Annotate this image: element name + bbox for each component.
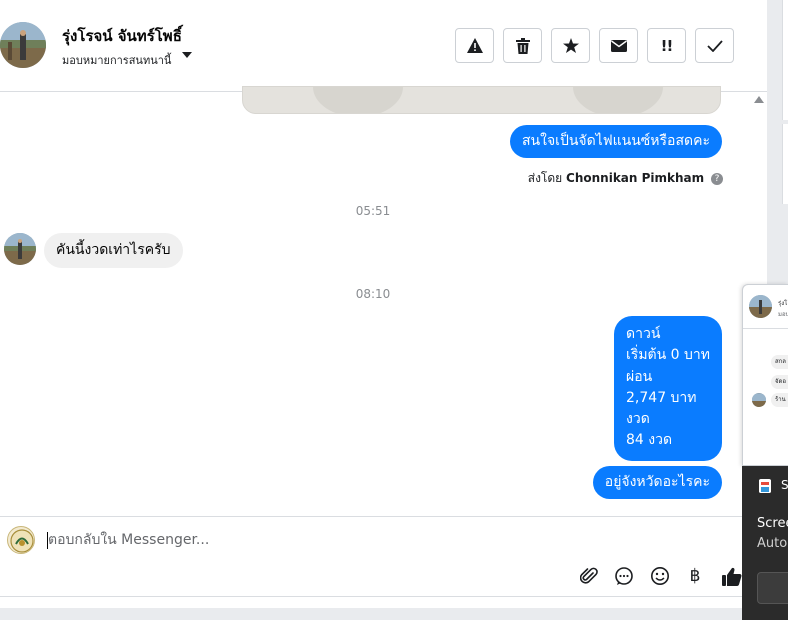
mini-chat-header[interactable]: รุ่งโ มอบ xyxy=(743,285,788,329)
envelope-icon xyxy=(610,39,627,52)
mini-chat-name: รุ่งโ xyxy=(778,300,788,307)
mini-chat-message: จัดอ xyxy=(771,375,788,389)
delete-button[interactable] xyxy=(503,28,542,63)
side-panel xyxy=(782,0,788,120)
checkmark-icon xyxy=(706,39,723,52)
assign-conversation-label[interactable]: มอบหมายการสนทนานี้ xyxy=(62,51,171,69)
mark-done-button[interactable] xyxy=(695,28,734,63)
follow-up-button[interactable]: !! xyxy=(647,28,686,63)
follow-up-icon: !! xyxy=(660,36,674,55)
like-icon[interactable] xyxy=(720,564,744,588)
chevron-down-icon[interactable] xyxy=(182,52,192,58)
saved-replies-icon[interactable] xyxy=(612,564,636,588)
mini-chat-subtitle: มอบ xyxy=(778,311,788,318)
contact-name[interactable]: รุ่งโรจน์ จันทร์โพธิ์ xyxy=(62,24,182,48)
trash-icon xyxy=(515,37,530,54)
notification-action-button[interactable] xyxy=(757,572,788,604)
attached-photo[interactable] xyxy=(242,86,721,114)
conversation-header: รุ่งโรจน์ จันทร์โพธิ์ มอบหมายการสนทนานี้… xyxy=(0,0,767,92)
screenshot-notification[interactable]: S Scree Auto xyxy=(742,466,788,620)
baht-payment-icon[interactable]: ฿ xyxy=(683,564,707,588)
message-timestamp: 08:10 xyxy=(355,287,391,301)
side-panel xyxy=(782,124,788,204)
outgoing-message[interactable]: สนใจเป็นจัดไฟแนนซ์หรือสดคะ xyxy=(510,125,722,158)
sent-by-prefix: ส่งโดย xyxy=(527,171,563,185)
page-footer xyxy=(0,608,767,620)
reply-input[interactable] xyxy=(48,527,548,553)
outgoing-message[interactable]: อยู่จังหวัดอะไรคะ xyxy=(592,466,722,499)
star-icon xyxy=(562,38,579,53)
message-line: 2,747 บาท xyxy=(626,389,697,406)
page-avatar xyxy=(7,526,35,554)
mini-chat-window[interactable]: รุ่งโ มอบ สกล จัดอ ร้าน xyxy=(742,284,788,466)
notification-text: Scree xyxy=(757,516,788,531)
contact-avatar[interactable] xyxy=(0,22,46,68)
message-line: เริ่มต้น 0 บาท xyxy=(626,347,710,364)
sent-by-label: ส่งโดย Chonnikan Pimkham ? xyxy=(528,169,723,188)
star-button[interactable] xyxy=(551,28,590,63)
notification-subtext: Auto xyxy=(757,536,788,551)
scroll-up-arrow-icon[interactable] xyxy=(754,96,764,103)
mini-chat-message: ร้าน xyxy=(771,393,788,407)
message-line: ดาวน์ xyxy=(626,326,661,342)
warning-icon xyxy=(466,38,483,53)
message-line: งวด xyxy=(626,411,650,428)
mini-chat-message: สกล xyxy=(771,355,788,369)
report-button[interactable] xyxy=(455,28,494,63)
contact-avatar-small xyxy=(4,233,36,265)
mini-chat-avatar-small xyxy=(752,393,766,407)
sender-name: Chonnikan Pimkham xyxy=(566,171,705,185)
attachment-icon[interactable] xyxy=(577,564,601,588)
incoming-message[interactable]: คันนี้งวดเท่าไรครับ xyxy=(44,233,183,268)
help-icon[interactable]: ? xyxy=(711,173,723,185)
mark-unread-button[interactable] xyxy=(599,28,638,63)
message-line: ผ่อน xyxy=(626,368,653,385)
snipping-tool-icon xyxy=(759,479,771,493)
notification-title: S xyxy=(781,478,788,492)
outgoing-message-multiline[interactable]: ดาวน์ เริ่มต้น 0 บาท ผ่อน 2,747 บาท งวด … xyxy=(614,316,722,461)
reply-composer: ฿ xyxy=(0,516,767,597)
emoji-icon[interactable] xyxy=(648,564,672,588)
message-timestamp: 05:51 xyxy=(355,204,391,218)
message-line: 84 งวด xyxy=(626,432,673,449)
mini-chat-avatar xyxy=(749,295,772,318)
